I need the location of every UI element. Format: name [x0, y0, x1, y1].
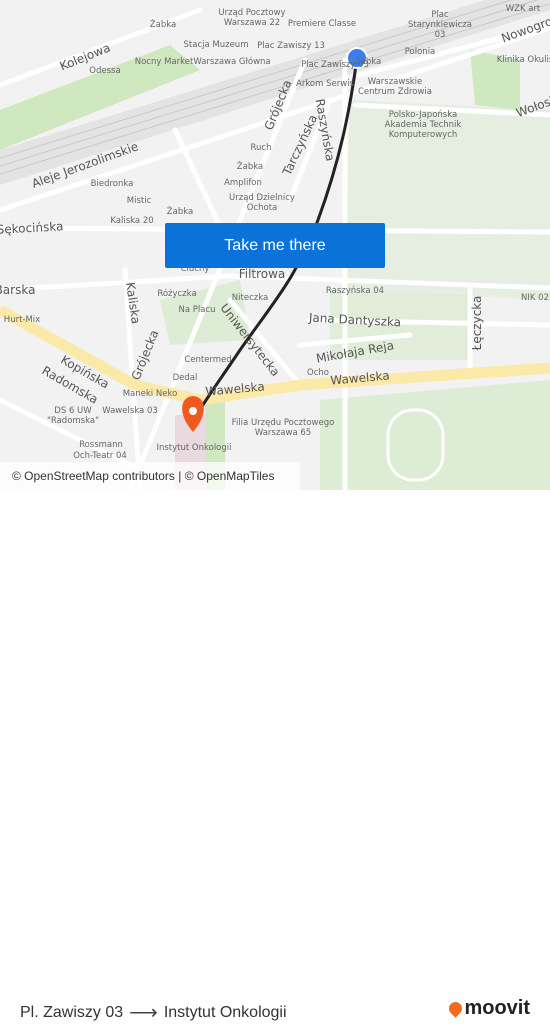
moovit-logo[interactable]: moovit — [446, 997, 530, 1020]
street-label: Sękocińska — [0, 219, 64, 237]
poi-label: Nocny Market — [134, 57, 194, 67]
poi-label: Ocho — [307, 368, 329, 378]
street-label: Jana Dantyszka — [308, 310, 402, 330]
poi-label: Ruch — [250, 143, 272, 153]
poi-label: DS 6 UW "Radomska" — [46, 406, 100, 426]
poi-label: Filia Urzędu Pocztowego Warszawa 65 — [231, 418, 335, 438]
arrow-right-icon: ⟶ — [129, 1002, 158, 1024]
poi-label: Różyczka — [157, 289, 197, 299]
footer: Pl. Zawiszy 03 ⟶ Instytut Onkologii moov… — [0, 490, 550, 1024]
poi-label: Wawelska 03 — [102, 406, 158, 416]
origin-name: Pl. Zawiszy 03 — [20, 1003, 124, 1021]
poi-label: Stacja Muzeum — [183, 40, 249, 50]
poi-label: Rossmann — [79, 440, 123, 450]
poi-label: Plac Starynkiewicza 03 — [407, 10, 473, 40]
poi-label: Na Placu — [178, 305, 216, 315]
poi-label: Och-Teatr 04 — [73, 451, 127, 461]
logo-text: moovit — [464, 997, 530, 1019]
poi-label: Arkom Serwis — [296, 79, 354, 89]
poi-label: NIK 02 — [521, 293, 549, 303]
poi-label: Żabka — [236, 162, 264, 172]
poi-label: Żabka — [166, 207, 194, 217]
moovit-pin-icon — [446, 999, 466, 1018]
poi-label: Premiere Classe — [287, 19, 357, 29]
poi-label: WZK art — [505, 4, 541, 14]
poi-label: Polonia — [404, 47, 436, 57]
poi-label: Klinika Okulis — [496, 55, 550, 65]
take-me-there-button[interactable]: Take me there — [165, 223, 385, 268]
poi-label: Urząd Pocztowy Warszawa 22 — [218, 8, 286, 28]
poi-label: Raszyńska 04 — [325, 286, 385, 296]
street-label: Barska — [0, 283, 36, 297]
poi-label: Warszawa Główna — [193, 57, 271, 67]
poi-label: Dedal — [172, 373, 198, 383]
poi-label: Warszawskie Centrum Zdrowia — [358, 77, 432, 97]
poi-label: Instytut Onkologii — [156, 443, 232, 453]
poi-label: Maneki Neko — [122, 389, 178, 399]
poi-label: Odessa — [89, 66, 121, 76]
poi-label: Amplifon — [224, 178, 262, 188]
poi-label: Żabka — [149, 20, 177, 30]
poi-label: Biedronka — [90, 179, 134, 189]
poi-label: Hurt-Mix — [3, 315, 41, 325]
map-attribution[interactable]: © OpenStreetMap contributors | © OpenMap… — [0, 462, 300, 490]
poi-label: Kaliska 20 — [110, 216, 154, 226]
route-summary: Pl. Zawiszy 03 ⟶ Instytut Onkologii — [20, 1000, 287, 1025]
poi-label: Żabka — [354, 57, 382, 67]
poi-label: Plac Zawiszy 13 — [257, 41, 325, 51]
poi-label: Urząd Dzielnicy Ochota — [229, 193, 295, 213]
poi-label: Polsko-Japońska Akademia Technik Kompute… — [384, 110, 462, 140]
poi-label: Niteczka — [231, 293, 269, 303]
street-label: Filtrowa — [238, 267, 286, 281]
destination-name: Instytut Onkologii — [163, 1003, 287, 1021]
poi-label: Mistic — [126, 196, 152, 206]
street-label: Łęczycka — [470, 295, 484, 351]
poi-label: Centermed — [184, 355, 232, 365]
